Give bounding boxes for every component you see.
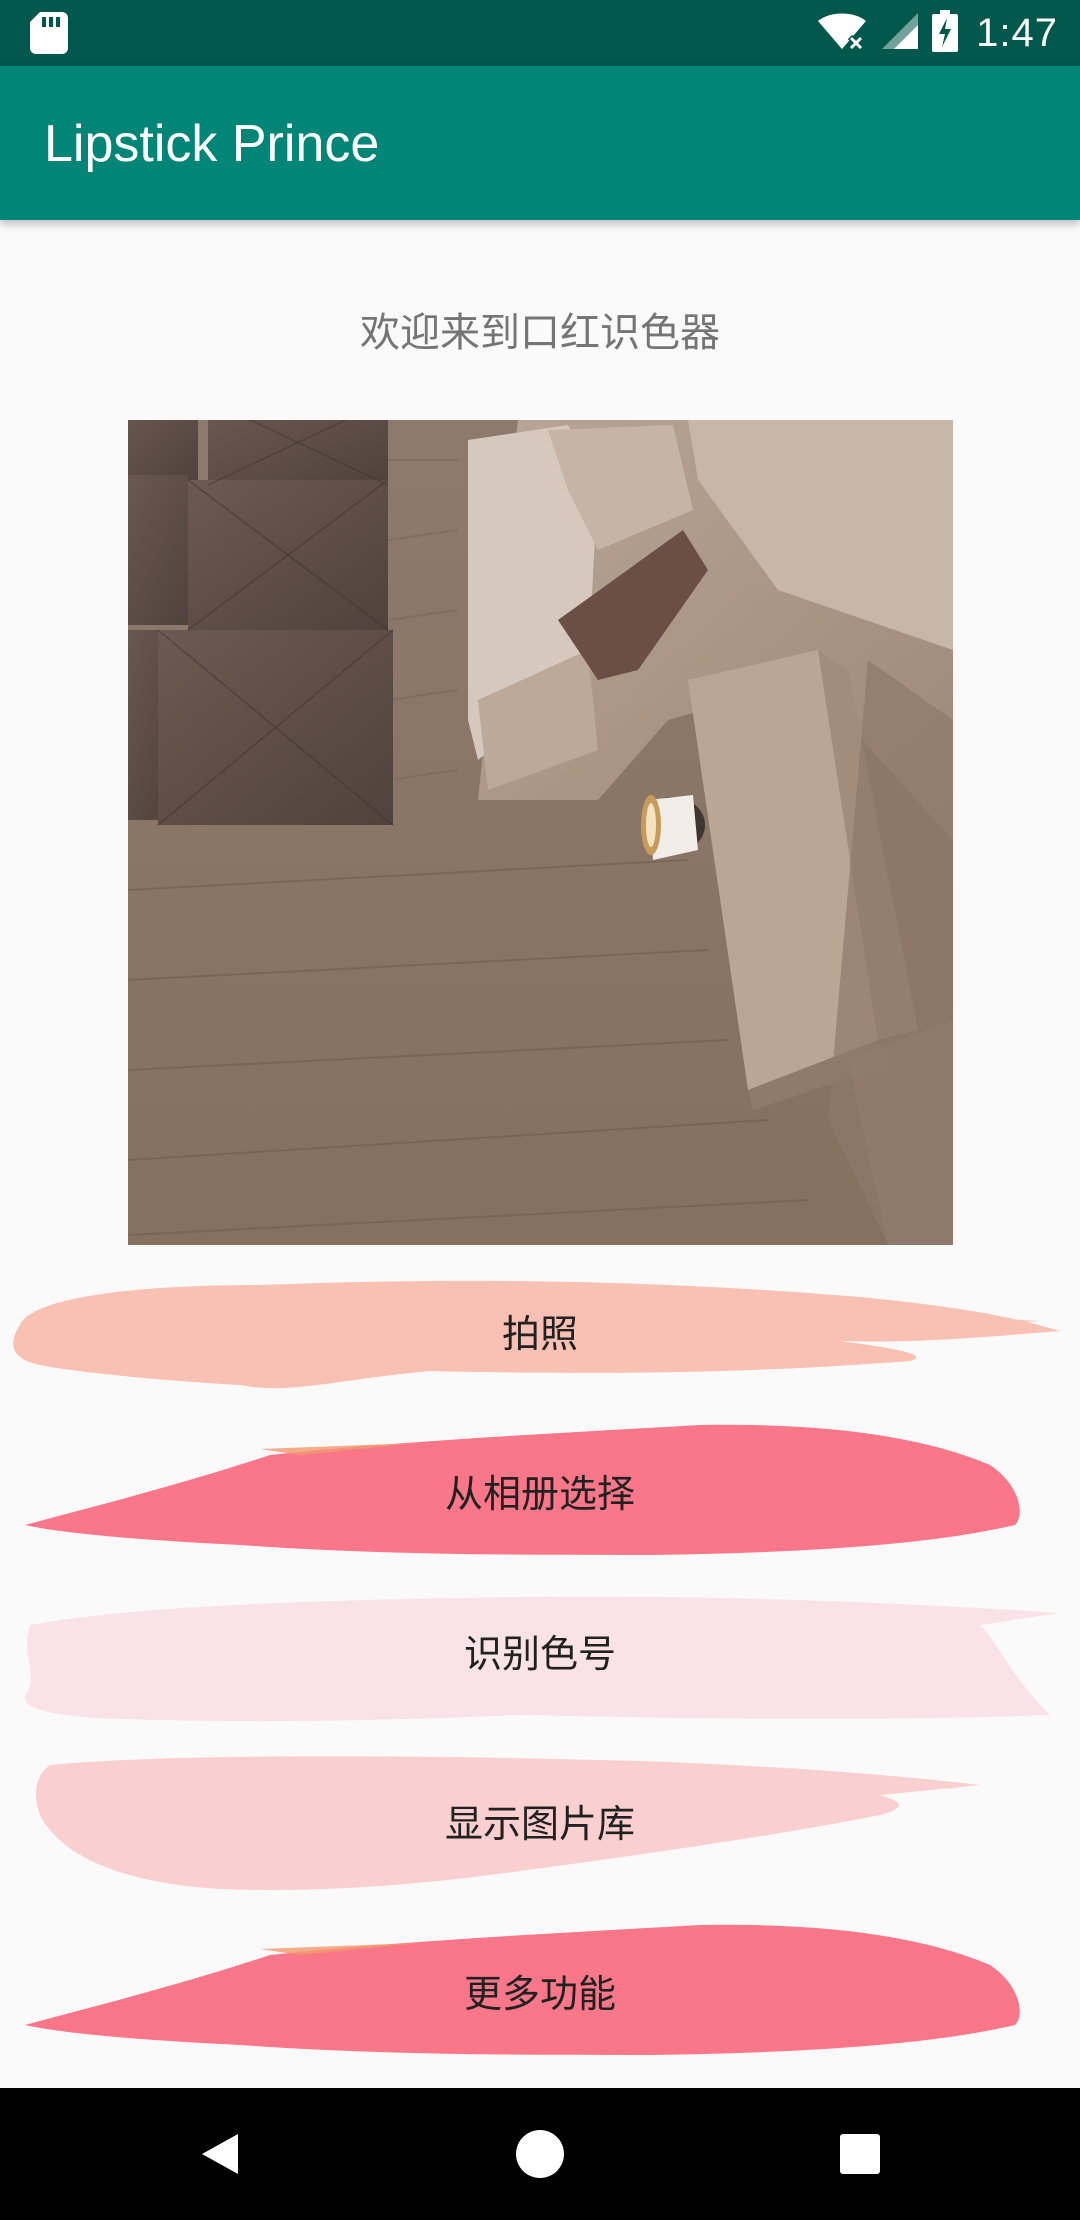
status-time: 1:47	[976, 10, 1058, 55]
choose-from-album-label: 从相册选择	[444, 1471, 635, 1516]
preview-image	[128, 420, 953, 1245]
show-gallery-button[interactable]: 显示图片库	[0, 1745, 1080, 1895]
choose-from-album-button[interactable]: 从相册选择	[0, 1415, 1080, 1565]
take-photo-button[interactable]: 拍照	[0, 1255, 1080, 1405]
show-gallery-label: 显示图片库	[444, 1801, 635, 1846]
status-icons: 1:47	[816, 0, 1058, 66]
take-photo-label: 拍照	[501, 1311, 578, 1356]
status-bar: 1:47	[0, 0, 1080, 66]
sd-card-icon	[30, 12, 68, 54]
screen: 1:47 Lipstick Prince 欢迎来到口红识色器 拍照 从相册选择 …	[0, 0, 1080, 2220]
identify-shade-label: 识别色号	[463, 1631, 616, 1676]
signal-icon	[880, 11, 920, 55]
app-bar: Lipstick Prince	[0, 66, 1080, 220]
home-icon[interactable]	[510, 2124, 570, 2184]
identify-shade-button[interactable]: 识别色号	[0, 1575, 1080, 1725]
wifi-icon	[816, 11, 868, 55]
welcome-text: 欢迎来到口红识色器	[360, 310, 720, 356]
more-features-label: 更多功能	[463, 1971, 616, 2016]
recents-icon[interactable]	[830, 2124, 890, 2184]
navigation-bar	[0, 2088, 1080, 2220]
battery-charging-icon	[932, 10, 959, 56]
back-icon[interactable]	[190, 2124, 250, 2184]
app-title: Lipstick Prince	[44, 115, 380, 173]
more-features-button[interactable]: 更多功能	[0, 1915, 1080, 2065]
